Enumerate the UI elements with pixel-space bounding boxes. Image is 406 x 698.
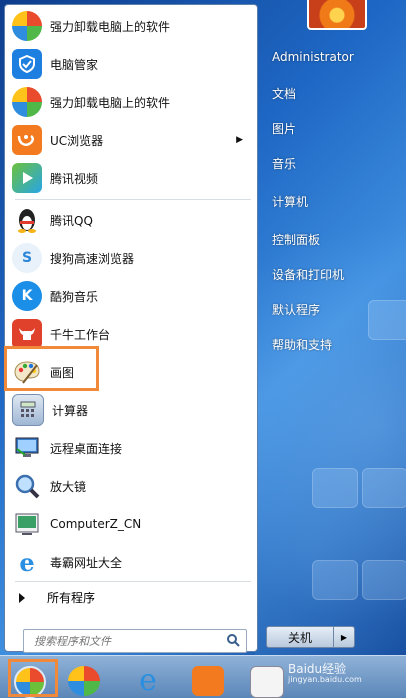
taskbar-app-icon[interactable] [250,666,284,698]
sogou-browser-icon: S [12,243,42,273]
submenu-arrow-icon: ▶ [236,135,243,145]
desktop-icon[interactable] [312,560,358,600]
menu-separator [15,581,251,582]
all-programs-button[interactable]: 所有程序 [19,589,95,606]
menu-item-label: 千牛工作台 [50,327,111,342]
menu-item-label: 放大镜 [50,479,87,494]
right-item-default-programs[interactable]: 默认程序 [272,301,320,318]
menu-item-label: 搜狗高速浏览器 [50,251,135,266]
start-button-highlight-box [8,659,58,697]
taskbar-ie-icon[interactable]: e [132,666,164,696]
menu-item-uninstaller-2[interactable]: 强力卸载电脑上的软件 [9,85,253,119]
ie-icon: e [19,547,35,577]
right-item-user[interactable]: Administrator [272,50,354,64]
shutdown-label: 关机 [287,630,312,645]
taskbar-pinwheel-icon[interactable] [68,666,100,696]
menu-item-label: 毒霸网址大全 [50,555,123,570]
menu-item-label: 腾讯视频 [50,171,99,186]
shield-check-icon [12,49,42,79]
menu-item-magnifier[interactable]: 放大镜 [9,469,253,503]
kugou-icon: K [12,281,42,311]
chevron-right-icon: ▶ [340,632,348,642]
search-input[interactable] [32,633,226,649]
watermark-subtext: jingyan.baidu.com [288,675,362,684]
menu-item-uninstaller-1[interactable]: 强力卸载电脑上的软件 [9,9,253,43]
menu-item-duba-portal[interactable]: e 毒霸网址大全 [9,545,253,579]
desktop-icon[interactable] [362,468,406,508]
search-box[interactable] [23,629,247,653]
menu-item-label: UC浏览器 [50,133,104,148]
right-item-documents[interactable]: 文档 [272,85,296,102]
menu-item-label: 酷狗音乐 [50,289,99,304]
desktop-icon[interactable] [362,560,406,600]
menu-item-kugou[interactable]: K 酷狗音乐 [9,279,253,313]
menu-item-calculator[interactable]: 计算器 [9,393,253,427]
menu-item-pc-manager[interactable]: 电脑管家 [9,47,253,81]
menu-item-remote-desktop[interactable]: 远程桌面连接 [9,431,253,465]
user-picture[interactable] [307,0,367,30]
menu-item-label: 强力卸载电脑上的软件 [50,95,171,110]
menu-item-sogou-browser[interactable]: S 搜狗高速浏览器 [9,241,253,275]
bull-icon [12,319,42,349]
watermark-text: Baidu经验 [288,662,347,676]
remote-desktop-icon [12,433,42,463]
menu-item-uc-browser[interactable]: UC浏览器 ▶ [9,123,253,157]
menu-item-label: ComputerZ_CN [50,517,142,531]
menu-item-label: 电脑管家 [50,57,99,72]
uc-browser-icon [12,125,42,155]
magnifier-icon [12,471,42,501]
calculator-icon [12,394,44,426]
paint-highlight-box [4,346,99,391]
right-item-help-support[interactable]: 帮助和支持 [272,336,332,353]
taskbar-uc-browser-icon[interactable] [192,666,224,696]
menu-item-label: 强力卸载电脑上的软件 [50,19,171,34]
start-menu-left-pane: 强力卸载电脑上的软件 电脑管家 强力卸载电脑上的软件 UC浏览器 ▶ 腾讯视频 … [4,4,258,653]
menu-separator [15,199,251,200]
menu-item-computerz[interactable]: ComputerZ_CN [9,507,253,541]
menu-item-label: 计算器 [52,403,89,418]
right-item-computer[interactable]: 计算机 [272,193,308,210]
menu-item-tencent-video[interactable]: 腾讯视频 [9,161,253,195]
penguin-icon [12,205,42,235]
shutdown-button[interactable]: 关机 [266,626,334,648]
desktop-icon[interactable] [312,468,358,508]
right-item-control-panel[interactable]: 控制面板 [272,231,320,248]
menu-item-label: 腾讯QQ [50,213,93,228]
all-programs-arrow-icon [19,592,25,603]
all-programs-label: 所有程序 [47,591,96,605]
search-icon[interactable] [226,633,240,650]
computerz-icon [12,509,42,539]
menu-item-qq[interactable]: 腾讯QQ [9,203,253,237]
right-item-music[interactable]: 音乐 [272,155,296,172]
baidu-watermark: Baidu经验 jingyan.baidu.com [288,660,362,684]
play-icon [12,163,42,193]
menu-item-label: 远程桌面连接 [50,441,123,456]
pinwheel-icon [12,11,42,41]
shutdown-options-button[interactable]: ▶ [333,626,355,648]
right-item-pictures[interactable]: 图片 [272,120,296,137]
right-item-devices-printers[interactable]: 设备和打印机 [272,266,344,283]
pinwheel-icon [12,87,42,117]
desktop-icon[interactable] [368,300,406,340]
